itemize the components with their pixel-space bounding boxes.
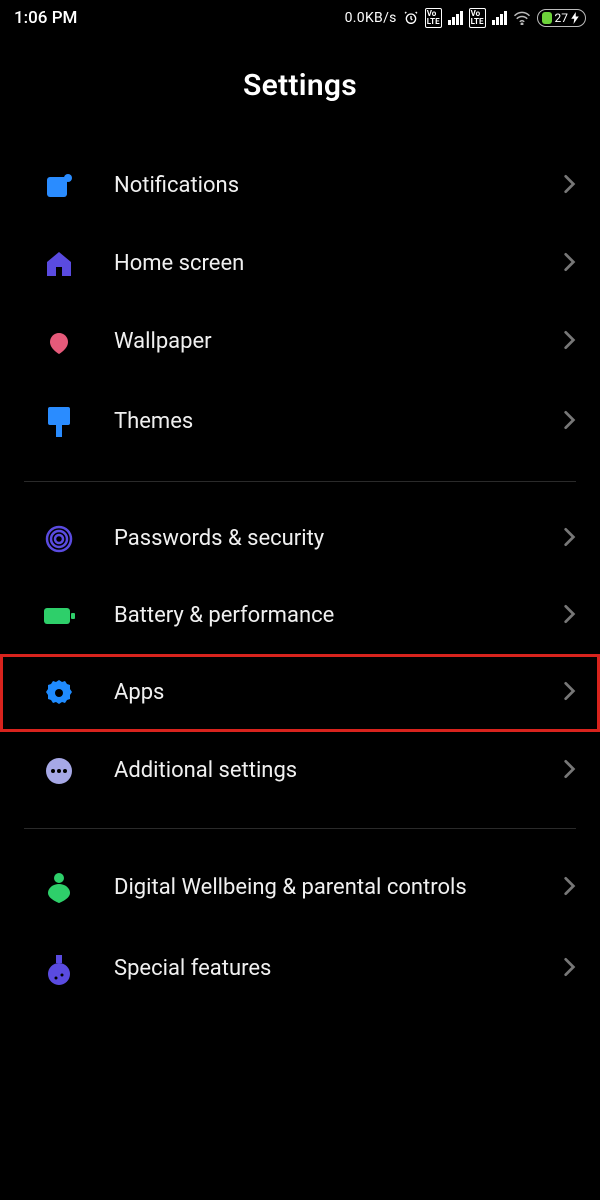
wallpaper-icon (38, 327, 80, 357)
chevron-right-icon (562, 526, 576, 552)
status-time: 1:06 PM (14, 8, 77, 28)
settings-row-label: Digital Wellbeing & parental controls (114, 874, 562, 902)
settings-row-apps[interactable]: Apps (0, 654, 600, 732)
settings-row-themes[interactable]: Themes (0, 381, 600, 463)
wellbeing-icon (38, 871, 80, 905)
status-net-speed: 0.0KB/s (345, 10, 397, 26)
settings-row-wallpaper[interactable]: Wallpaper (0, 303, 600, 381)
page-title: Settings (0, 68, 600, 103)
settings-row-battery-performance[interactable]: Battery & performance (0, 578, 600, 654)
section-divider (24, 828, 576, 829)
volte-icon-2: VoLTE (469, 8, 486, 28)
wifi-icon (513, 11, 531, 25)
battery-indicator: 27 (537, 9, 587, 27)
settings-row-label: Special features (114, 955, 562, 983)
status-bar: 1:06 PM 0.0KB/s VoLTE VoLTE 27 (0, 0, 600, 34)
signal-bars-icon-1 (448, 11, 463, 25)
settings-row-label: Home screen (114, 250, 562, 278)
chevron-right-icon (562, 758, 576, 784)
chevron-right-icon (562, 680, 576, 706)
settings-row-home-screen[interactable]: Home screen (0, 225, 600, 303)
settings-row-passwords-security[interactable]: Passwords & security (0, 500, 600, 578)
settings-row-additional-settings[interactable]: Additional settings (0, 732, 600, 810)
charging-icon (571, 12, 579, 24)
settings-row-label: Battery & performance (114, 602, 562, 630)
volte-icon-1: VoLTE (425, 8, 442, 28)
settings-row-digital-wellbeing[interactable]: Digital Wellbeing & parental controls (0, 847, 600, 929)
chevron-right-icon (562, 956, 576, 982)
notifications-icon (38, 171, 80, 201)
chevron-right-icon (562, 329, 576, 355)
fingerprint-icon (38, 524, 80, 554)
settings-row-notifications[interactable]: Notifications (0, 147, 600, 225)
settings-row-label: Additional settings (114, 757, 562, 785)
dots-icon (38, 756, 80, 786)
signal-bars-icon-2 (492, 11, 507, 25)
battery-pct: 27 (555, 11, 569, 25)
status-right: 0.0KB/s VoLTE VoLTE 27 (345, 8, 586, 28)
chevron-right-icon (562, 875, 576, 901)
gear-icon (38, 678, 80, 708)
settings-row-label: Apps (114, 679, 562, 707)
chevron-right-icon (562, 173, 576, 199)
chevron-right-icon (562, 603, 576, 629)
settings-list: Notifications Home screen Wallpaper Them… (0, 147, 600, 1009)
settings-row-label: Notifications (114, 172, 562, 200)
flask-icon (38, 953, 80, 985)
settings-row-label: Wallpaper (114, 328, 562, 356)
themes-icon (38, 405, 80, 439)
settings-row-special-features[interactable]: Special features (0, 929, 600, 1009)
battery-icon (38, 605, 80, 627)
chevron-right-icon (562, 251, 576, 277)
chevron-right-icon (562, 409, 576, 435)
section-divider (24, 481, 576, 482)
home-icon (38, 249, 80, 279)
settings-row-label: Themes (114, 408, 562, 436)
settings-row-label: Passwords & security (114, 525, 562, 553)
alarm-icon (403, 10, 419, 26)
